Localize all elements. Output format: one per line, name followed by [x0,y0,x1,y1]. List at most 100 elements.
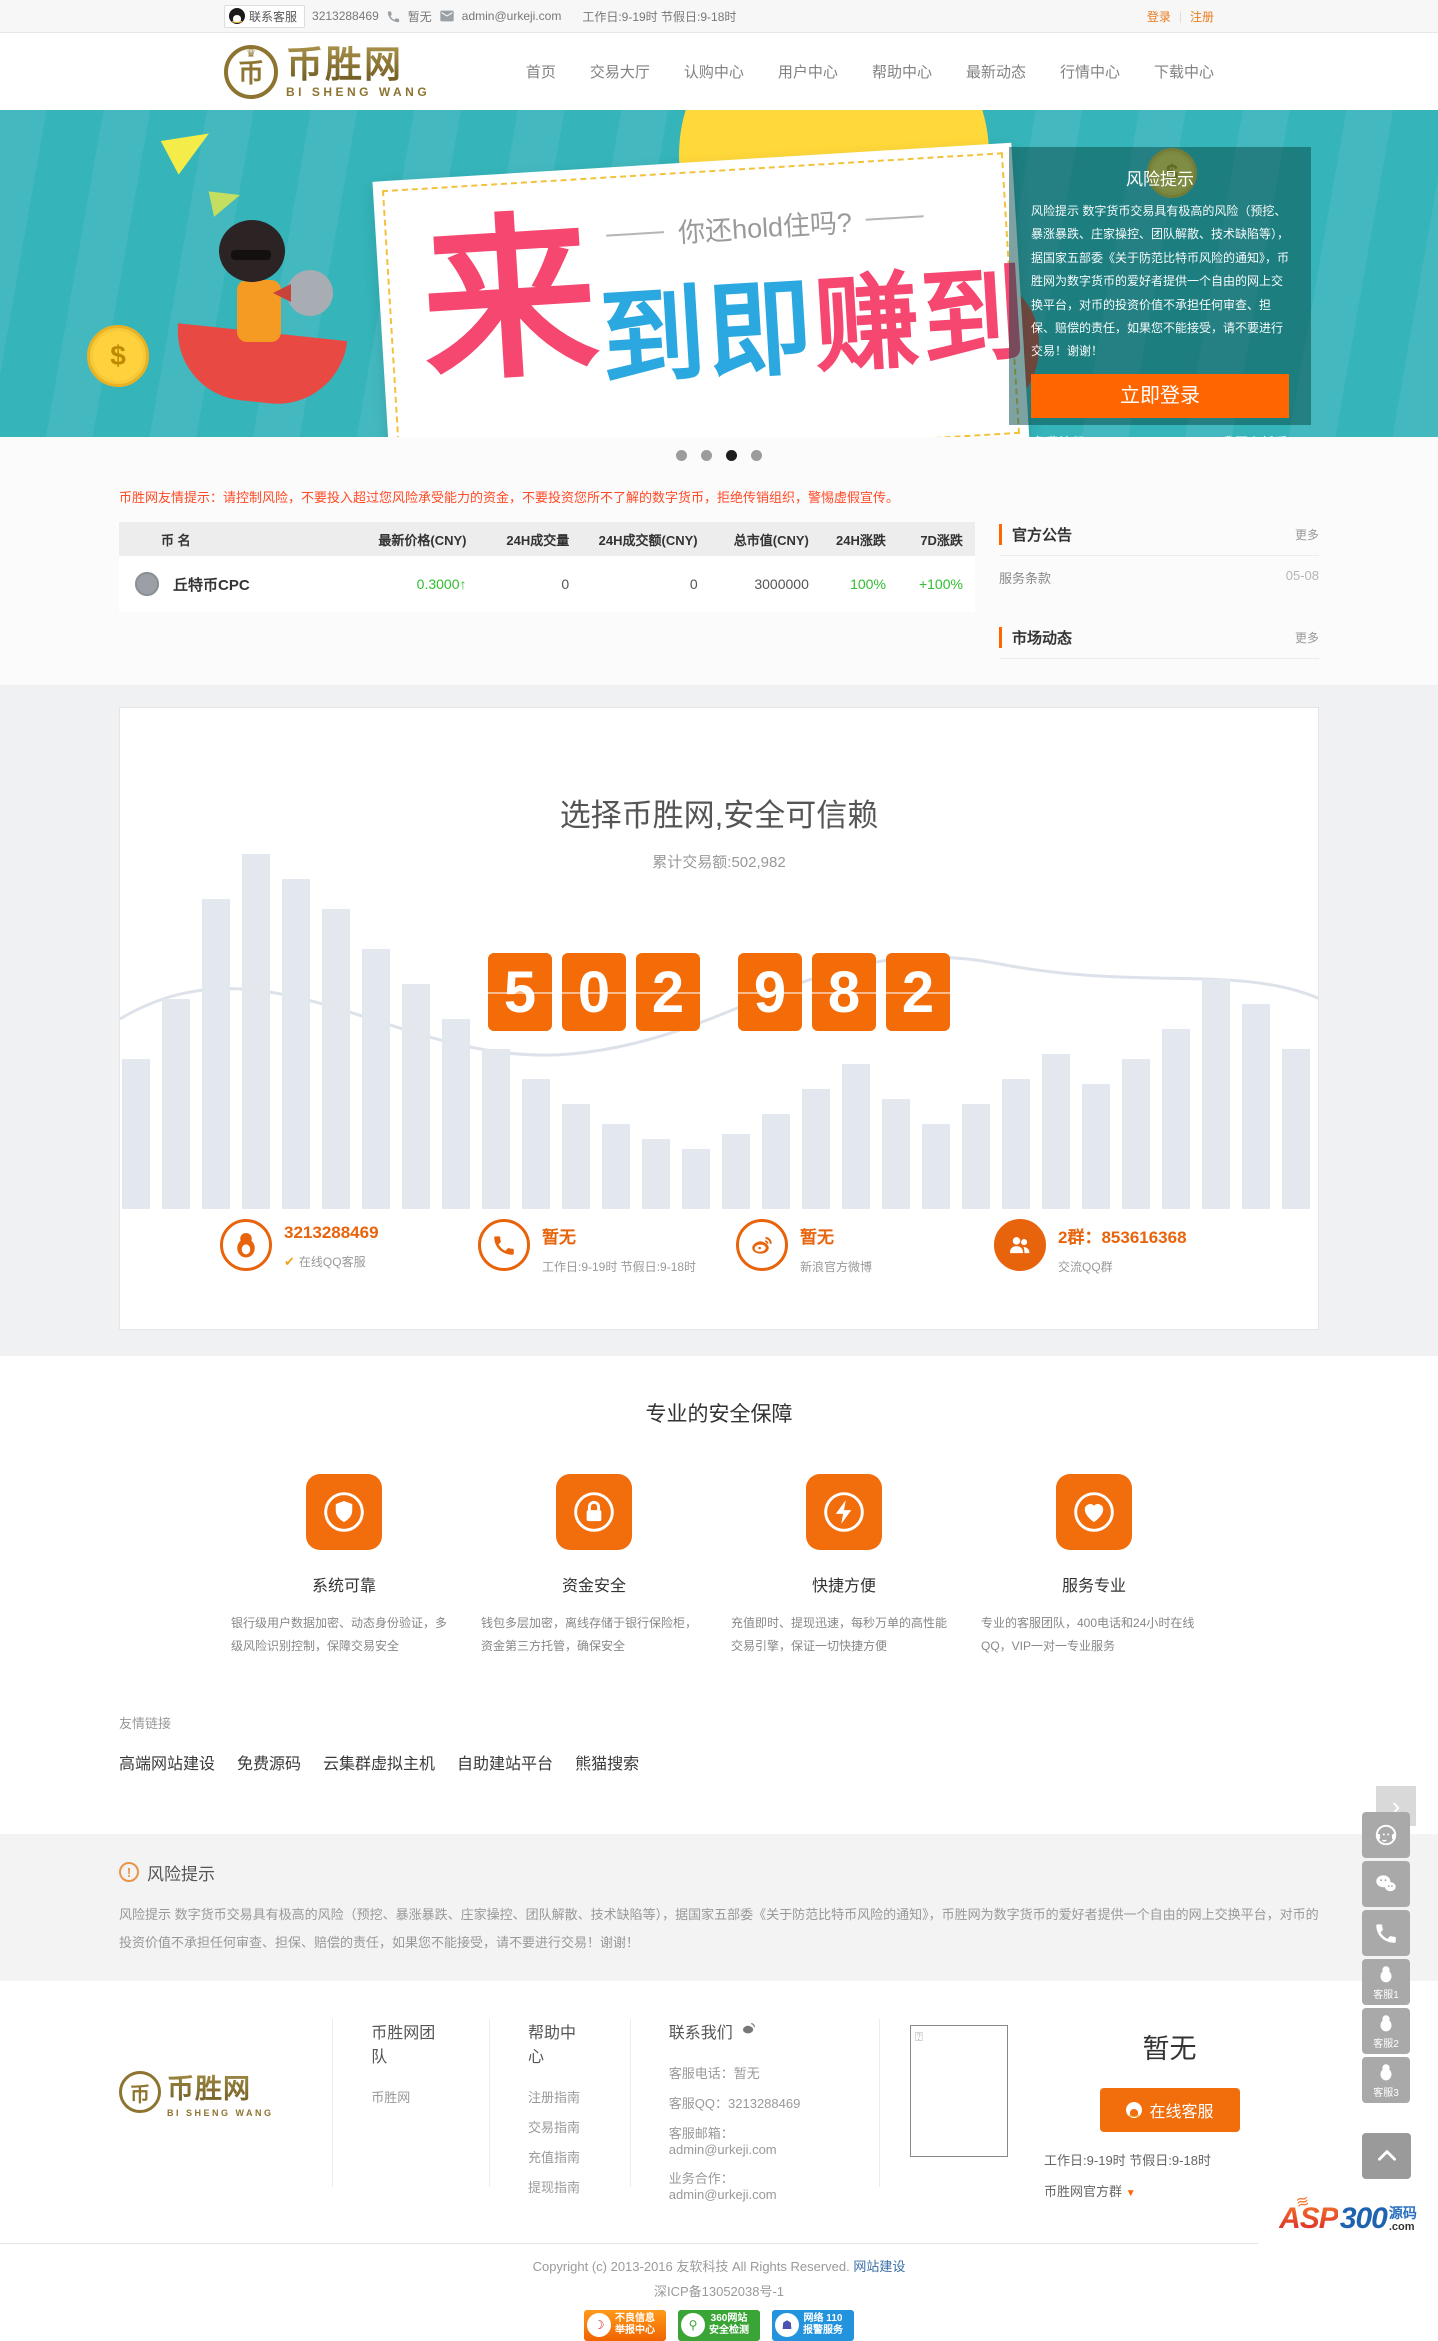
volume-bar [1002,1079,1030,1209]
volume-bar [282,879,310,1209]
footer-link-register-guide[interactable]: 注册指南 [528,2087,592,2106]
lock-icon [556,1474,632,1550]
carousel-dot-3-active[interactable] [726,449,737,461]
footer-logo-emblem-icon: 币 [119,2071,161,2114]
contact-weibo[interactable]: 暂无 新浪官方微博 [736,1219,994,1315]
float-kefu3-button[interactable]: 客服3 [1362,2057,1410,2103]
friend-link[interactable]: 熊猫搜索 [575,1750,639,1774]
counter-digit: 5 [488,953,552,1031]
carousel-dot-4[interactable] [751,449,762,461]
announcement-date: 05-08 [1285,568,1319,583]
float-headset-button[interactable] [1362,1812,1410,1858]
volume-bar [442,1019,470,1209]
site-logo[interactable]: 币 币胜网 BI SHENG WANG [224,44,430,99]
footer-link-deposit-guide[interactable]: 充值指南 [528,2147,592,2166]
volume-bar [1042,1054,1070,1209]
table-row[interactable]: 丘特币CPC 0.3000↑ 0 0 3000000 100% +100% [119,556,975,612]
footer-link-withdraw-guide[interactable]: 提现指南 [528,2177,592,2196]
chevron-up-icon [1377,2149,1396,2161]
friend-link[interactable]: 自助建站平台 [457,1750,553,1774]
friend-link[interactable]: 云集群虚拟主机 [323,1750,435,1774]
footer-phone-value: 暂无 [1142,2033,1197,2064]
footer-logo: 币 币胜网 BI SHENG WANG [119,2019,328,2118]
paper-plane-icon [160,119,220,175]
col-volume: 24H成交量 [506,532,570,548]
wechat-icon [1376,1875,1396,1892]
nav-download-center[interactable]: 下载中心 [1154,61,1214,82]
float-kefu2-button[interactable]: 客服2 [1362,2008,1410,2054]
shield-check-icon: ✔ [284,1253,295,1269]
announcement-more-link[interactable]: 更多 [1295,526,1319,543]
online-kefu-button[interactable]: 在线客服 [1099,2087,1240,2132]
counter-digit: 2 [636,953,700,1031]
divider [879,2018,881,2187]
site-build-link[interactable]: 网站建设 [853,2259,905,2274]
risk-notice-title: 风险提示 [147,1864,215,1884]
phone-icon [386,9,401,24]
friend-link[interactable]: 高端网站建设 [119,1750,215,1774]
back-to-top-button[interactable] [1362,2133,1411,2179]
nav-help-center[interactable]: 帮助中心 [872,61,932,82]
copyright-section: Copyright (c) 2013-2016 友软科技 All Rights … [0,2242,1438,2341]
volume-bar [1162,1029,1190,1209]
banner-hold-line: 你还hold住吗? [605,196,925,254]
counter-digits: 5 0 2 9 8 2 [120,953,1318,1031]
friend-links-label: 友情链接 [119,1715,172,1731]
cyber-110-badge[interactable]: ☗ 网络 110 报警服务 [772,2309,854,2341]
login-now-button[interactable]: 立即登录 [1031,373,1289,418]
360-security-badge[interactable]: ⚲ 360网站 安全检测 [678,2309,760,2341]
volume-bar [722,1134,750,1209]
float-wechat-button[interactable] [1362,1861,1410,1907]
icp-number: 深ICP备13052038号-1 [653,2283,785,2299]
market-section: 币胜网友情提示：请控制风险，不要投入超过您风险承受能力的资金，不要投资您所不了解… [0,473,1438,685]
nav-home[interactable]: 首页 [526,61,556,82]
headset-icon [1375,1824,1397,1846]
group-icon [994,1219,1046,1271]
volume-bars [120,854,1318,1209]
shield-icon [306,1474,382,1550]
warning-icon: ! [119,1862,139,1883]
main-nav: 首页 交易大厅 认购中心 用户中心 帮助中心 最新动态 行情中心 下载中心 [526,61,1214,82]
col-price: 最新价格(CNY) [378,532,467,548]
coin-name[interactable]: 丘特币CPC [173,574,250,595]
volume-bar [922,1124,950,1209]
market-news-title: 市场动态 [999,627,1072,648]
nav-subscription-center[interactable]: 认购中心 [684,61,744,82]
footer-link-trade-guide[interactable]: 交易指南 [528,2117,592,2136]
divider [489,2018,490,2187]
friendly-reminder: 币胜网友情提示：请控制风险，不要投入超过您风险承受能力的资金，不要投资您所不了解… [119,490,900,505]
announcement-item[interactable]: 服务条款 05-08 [999,556,1319,599]
float-phone-button[interactable] [1362,1910,1410,1956]
contact-qq-group[interactable]: 2群：853616368 交流QQ群 [994,1219,1252,1315]
chevron-down-icon: ▼ [1125,2187,1136,2199]
col-24h-change: 24H涨跌 [836,532,886,548]
contact-kefu-button[interactable]: 联系客服 [224,4,306,28]
carousel-dot-1[interactable] [676,449,687,461]
nav-latest-news[interactable]: 最新动态 [966,61,1026,82]
login-link[interactable]: 登录 [1147,8,1171,25]
nav-trade-hall[interactable]: 交易大厅 [590,61,650,82]
nav-quotes-center[interactable]: 行情中心 [1060,61,1120,82]
col-7d-change: 7D涨跌 [920,532,963,548]
free-register-link[interactable]: 免费注册 [1033,432,1085,437]
register-link[interactable]: 注册 [1190,8,1214,25]
security-section: 专业的安全保障 系统可靠 银行级用户数据加密、动态身份验证，多级风险识别控制，保… [0,1356,1438,1834]
footer-service-column: 暂无 在线客服 工作日:9-19时 节假日:9-18时 币胜网官方群 ▼ [1020,2019,1319,2200]
phone-icon [478,1219,530,1271]
new-coin-link[interactable]: 我要上新币 [1222,432,1287,437]
volume-bar [642,1139,670,1209]
security-card-funds: 资金安全 钱包多层加密，离线存储于银行保险柜，资金第三方托管，确保安全 [469,1474,719,1659]
contact-qq[interactable]: 3213288469 ✔ 在线QQ客服 [220,1219,478,1315]
float-kefu1-button[interactable]: 客服1 [1362,1959,1410,2005]
report-center-badge[interactable]: ☽ 不良信息 举报中心 [584,2309,666,2341]
nav-user-center[interactable]: 用户中心 [778,61,838,82]
carousel-dot-2[interactable] [701,449,712,461]
header: 币 币胜网 BI SHENG WANG 首页 交易大厅 认购中心 用户中心 帮助… [0,33,1438,110]
coin-amount: 0 [689,576,698,592]
paper-plane-icon [208,185,244,217]
volume-bar [762,1114,790,1209]
friend-link[interactable]: 免费源码 [237,1750,301,1774]
footer-link-bishengwang[interactable]: 币胜网 [371,2087,451,2106]
market-news-more-link[interactable]: 更多 [1295,629,1319,646]
contact-kefu-label: 联系客服 [249,9,298,24]
